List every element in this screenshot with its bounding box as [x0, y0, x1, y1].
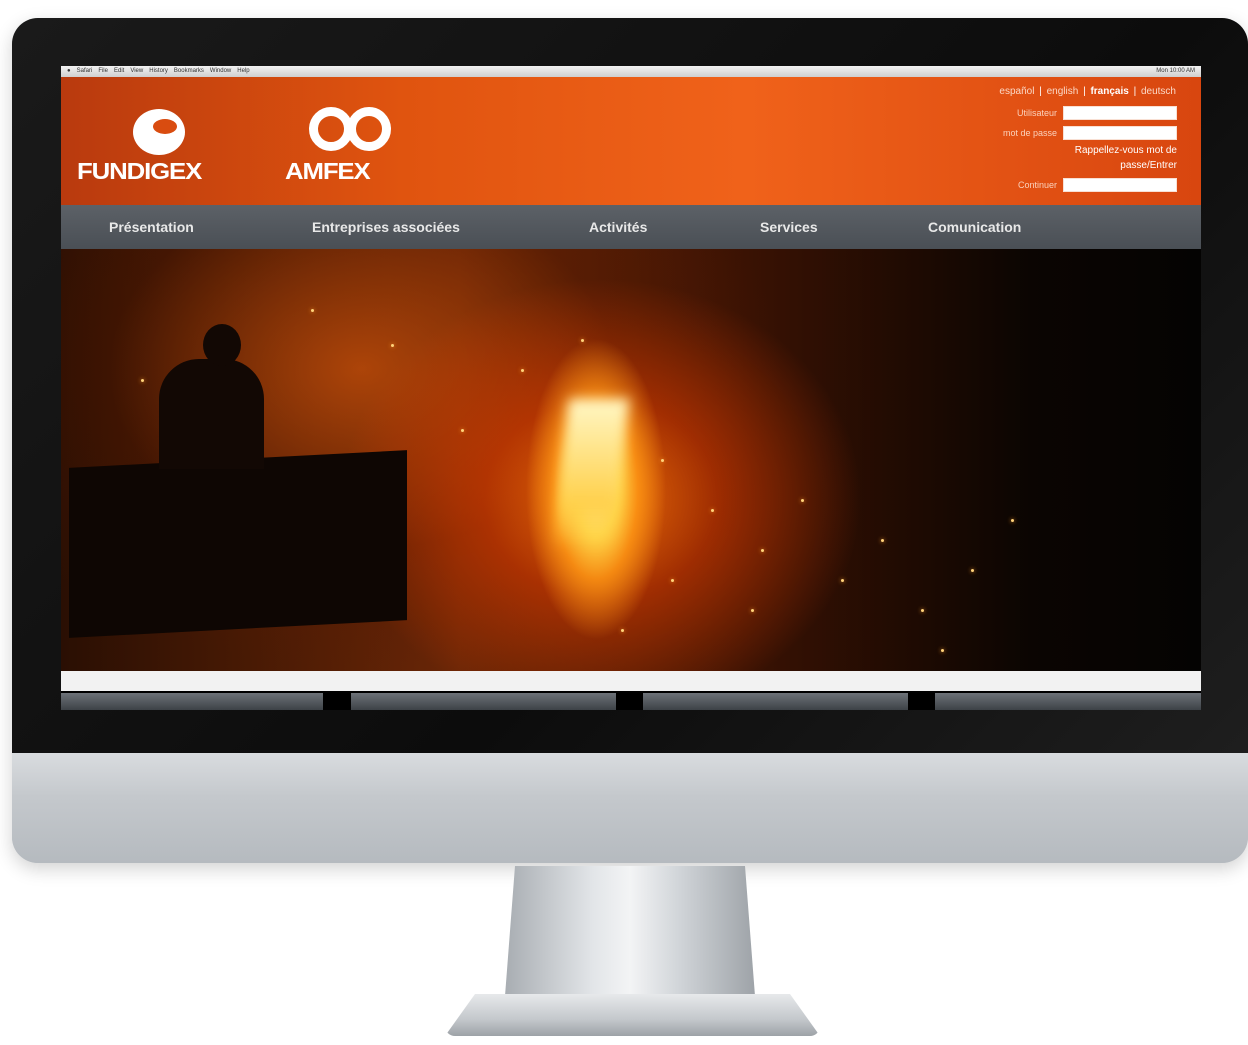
feature-tile-2[interactable] — [351, 693, 616, 710]
crucible-silhouette — [69, 450, 407, 638]
password-label: mot de passe — [1002, 128, 1057, 138]
menu-safari[interactable]: Safari — [77, 66, 93, 77]
remember-password-link[interactable]: Rappellez-vous mot de passe/Entrer — [947, 143, 1177, 173]
worker-silhouette-head — [203, 324, 241, 366]
os-menu-items: ● Safari File Edit View History Bookmark… — [67, 66, 250, 77]
feature-tile-3[interactable] — [643, 693, 908, 710]
menu-window[interactable]: Window — [210, 66, 231, 77]
feature-tile-1[interactable] — [61, 693, 323, 710]
lang-spanish[interactable]: español — [998, 86, 1035, 97]
menu-bookmarks[interactable]: Bookmarks — [174, 66, 204, 77]
enter-row: Continuer — [947, 175, 1177, 195]
user-input[interactable] — [1063, 106, 1177, 120]
screen: ● Safari File Edit View History Bookmark… — [61, 66, 1201, 710]
password-input[interactable] — [1063, 126, 1177, 140]
menu-help[interactable]: Help — [237, 66, 249, 77]
language-switcher: español | english | français | deutsch — [998, 86, 1177, 97]
main-nav: Présentation Entreprises associées Activ… — [61, 205, 1201, 249]
menubar-clock: Mon 10:00 AM — [1156, 68, 1195, 74]
content-strip — [61, 671, 1201, 691]
menu-history[interactable]: History — [149, 66, 168, 77]
lang-german[interactable]: deutsch — [1140, 86, 1177, 97]
nav-activites[interactable]: Activités — [589, 205, 647, 249]
password-row: mot de passe — [947, 123, 1177, 143]
fundigex-logo-text: FUNDIGEX — [77, 158, 202, 184]
lang-french[interactable]: français — [1089, 86, 1129, 97]
monitor-stand-base — [445, 994, 820, 1036]
monitor-stand-neck — [505, 866, 755, 996]
menu-file[interactable]: File — [98, 66, 108, 77]
enter-label: Continuer — [1017, 180, 1057, 190]
user-label: Utilisateur — [1016, 108, 1057, 118]
feature-tiles — [61, 691, 1201, 710]
hero-foundry-image — [61, 249, 1201, 671]
amfex-logo[interactable]: AMFEX — [283, 105, 413, 185]
nav-services[interactable]: Services — [760, 205, 818, 249]
fundigex-logo[interactable]: FUNDIGEX — [77, 105, 252, 185]
feature-tile-4[interactable] — [935, 693, 1201, 710]
menu-view[interactable]: View — [130, 66, 143, 77]
amfex-logo-text: AMFEX — [285, 158, 371, 184]
nav-comunication[interactable]: Comunication — [928, 205, 1021, 249]
fundigex-logo-icon — [133, 109, 185, 155]
lang-english[interactable]: english — [1046, 86, 1080, 97]
menu-edit[interactable]: Edit — [114, 66, 124, 77]
amfex-logo-icon — [309, 107, 397, 155]
worker-silhouette-body — [159, 359, 264, 469]
molten-metal-pour — [553, 399, 629, 549]
apple-icon[interactable]: ● — [67, 66, 71, 77]
os-menubar: ● Safari File Edit View History Bookmark… — [61, 66, 1201, 77]
site-header: FUNDIGEX AMFEX español | english | franç… — [61, 77, 1201, 205]
user-row: Utilisateur — [947, 103, 1177, 123]
nav-entreprises-associees[interactable]: Entreprises associées — [312, 205, 460, 249]
enter-input[interactable] — [1063, 178, 1177, 192]
nav-presentation[interactable]: Présentation — [109, 205, 194, 249]
monitor-chin — [12, 753, 1248, 863]
login-form: Utilisateur mot de passe Rappellez-vous … — [947, 103, 1177, 195]
